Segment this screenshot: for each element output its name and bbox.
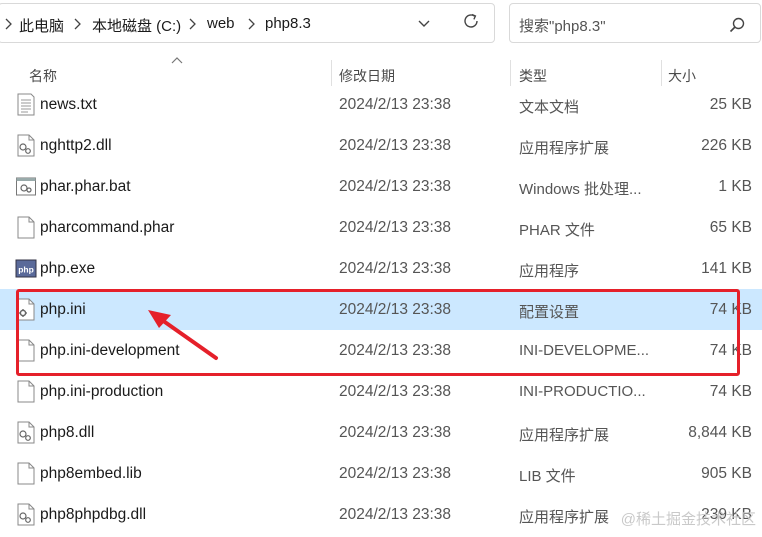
file-date: 2024/2/13 23:38: [339, 96, 452, 113]
column-divider[interactable]: [661, 60, 662, 86]
file-row[interactable]: phar.phar.bat 2024/2/13 23:38 Windows 批处…: [0, 166, 762, 207]
file-row[interactable]: php.ini-production 2024/2/13 23:38 INI-P…: [0, 371, 762, 412]
file-date: 2024/2/13 23:38: [339, 424, 452, 441]
breadcrumb-web[interactable]: web: [207, 15, 235, 32]
php-exe-icon-text: php: [18, 265, 34, 275]
search-box[interactable]: 搜索"php8.3": [509, 3, 761, 43]
text-file-icon: [17, 93, 35, 116]
file-name: nghttp2.dll: [40, 137, 112, 154]
file-date: 2024/2/13 23:38: [339, 219, 452, 236]
file-type: PHAR 文件: [519, 222, 595, 239]
file-size: 1 KB: [718, 178, 752, 195]
file-row[interactable]: php php.exe 2024/2/13 23:38 应用程序 141 KB: [0, 248, 762, 289]
file-name: news.txt: [40, 96, 97, 113]
file-type: INI-PRODUCTIO...: [519, 383, 646, 400]
file-name: php8embed.lib: [40, 465, 142, 482]
file-size: 8,844 KB: [688, 424, 752, 441]
watermark: @稀土掘金技术社区: [620, 511, 756, 528]
column-date[interactable]: 修改日期: [339, 66, 395, 86]
search-icon[interactable]: [728, 16, 746, 34]
column-name[interactable]: 名称: [29, 66, 57, 86]
file-date: 2024/2/13 23:38: [339, 178, 452, 195]
blank-file-icon: [17, 462, 35, 485]
file-size: 226 KB: [701, 137, 752, 154]
column-size[interactable]: 大小: [668, 66, 696, 86]
sort-ascending-icon: [171, 57, 183, 64]
annotation-highlight-box: [16, 289, 740, 376]
file-type: 应用程序扩展: [519, 140, 610, 157]
file-size: 141 KB: [701, 260, 752, 277]
breadcrumb-local-disk[interactable]: 本地磁盘 (C:): [92, 15, 181, 36]
file-type: 应用程序: [519, 263, 580, 280]
file-type: Windows 批处理...: [519, 181, 642, 198]
file-type: LIB 文件: [519, 468, 576, 485]
file-date: 2024/2/13 23:38: [339, 506, 452, 523]
breadcrumb-this-pc[interactable]: 此电脑: [19, 15, 64, 36]
file-row[interactable]: news.txt 2024/2/13 23:38 文本文档 25 KB: [0, 84, 762, 125]
file-type: 应用程序扩展: [519, 509, 610, 526]
file-row[interactable]: php8.dll 2024/2/13 23:38 应用程序扩展 8,844 KB: [0, 412, 762, 453]
file-size: 65 KB: [709, 219, 752, 236]
refresh-icon[interactable]: [462, 12, 480, 30]
file-name: php8.dll: [40, 424, 95, 441]
file-name: php.ini-production: [40, 383, 164, 400]
file-name: phar.phar.bat: [40, 178, 131, 195]
address-bar[interactable]: 此电脑 本地磁盘 (C:) web php8.3: [0, 3, 495, 43]
file-date: 2024/2/13 23:38: [339, 383, 452, 400]
blank-file-icon: [17, 380, 35, 403]
dll-file-icon: [17, 134, 35, 157]
file-name: php8phpdbg.dll: [40, 506, 147, 523]
file-date: 2024/2/13 23:38: [339, 137, 452, 154]
file-size: 74 KB: [709, 383, 752, 400]
file-size: 25 KB: [709, 96, 752, 113]
file-name: php.exe: [40, 260, 96, 277]
file-name: pharcommand.phar: [40, 219, 175, 236]
file-type: 应用程序扩展: [519, 427, 610, 444]
column-divider[interactable]: [331, 60, 332, 86]
column-divider[interactable]: [510, 60, 511, 86]
file-date: 2024/2/13 23:38: [339, 260, 452, 277]
dll-file-icon: [17, 503, 35, 526]
php-exe-icon: php: [15, 259, 37, 278]
annotation-arrow-icon: [148, 310, 218, 360]
file-type: 文本文档: [519, 99, 580, 116]
chevron-right-icon[interactable]: [72, 16, 84, 32]
blank-file-icon: [17, 216, 35, 239]
file-row[interactable]: nghttp2.dll 2024/2/13 23:38 应用程序扩展 226 K…: [0, 125, 762, 166]
column-type[interactable]: 类型: [519, 66, 547, 86]
chevron-down-icon[interactable]: [417, 18, 431, 30]
breadcrumb-php83[interactable]: php8.3: [265, 15, 311, 32]
toolbar: 此电脑 本地磁盘 (C:) web php8.3 搜索"php8.3": [0, 0, 762, 52]
file-row[interactable]: php8embed.lib 2024/2/13 23:38 LIB 文件 905…: [0, 453, 762, 494]
chevron-right-icon[interactable]: [3, 16, 15, 32]
batch-file-icon: [16, 177, 36, 196]
file-row[interactable]: pharcommand.phar 2024/2/13 23:38 PHAR 文件…: [0, 207, 762, 248]
file-date: 2024/2/13 23:38: [339, 465, 452, 482]
chevron-right-icon[interactable]: [246, 16, 258, 32]
file-size: 905 KB: [701, 465, 752, 482]
chevron-right-icon[interactable]: [187, 16, 199, 32]
search-placeholder[interactable]: 搜索"php8.3": [519, 15, 606, 36]
dll-file-icon: [17, 421, 35, 444]
